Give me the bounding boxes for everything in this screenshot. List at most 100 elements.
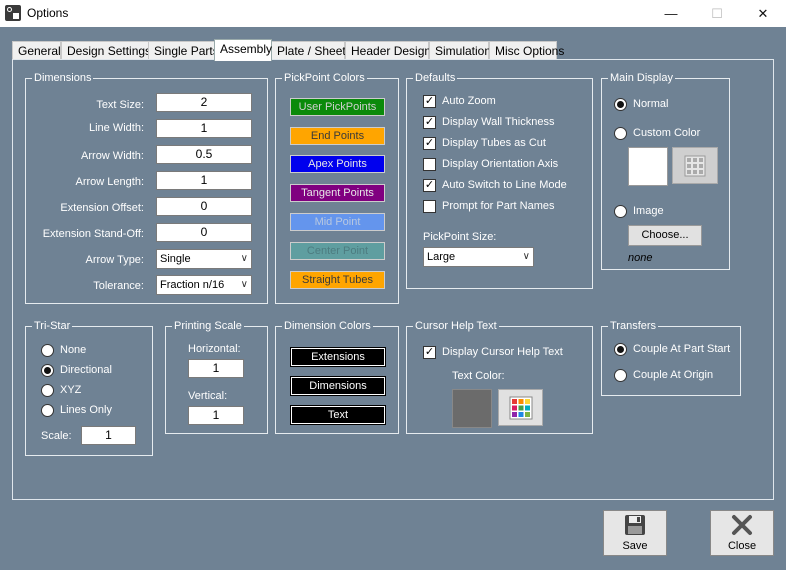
checkbox-box[interactable] bbox=[423, 157, 436, 171]
chevron-down-icon: ∨ bbox=[240, 279, 248, 290]
color-grid-icon bbox=[684, 155, 706, 176]
checkbox-box[interactable]: ✓ bbox=[423, 136, 436, 150]
straight-tubes-button[interactable]: Straight Tubes bbox=[290, 271, 385, 289]
arrow-type-label: Arrow Type: bbox=[85, 254, 145, 266]
tab-assembly[interactable]: Assembly bbox=[214, 39, 272, 61]
radio-dot[interactable] bbox=[41, 383, 54, 397]
tristar-none-radio[interactable]: None bbox=[41, 343, 86, 357]
radio-dot[interactable] bbox=[41, 403, 54, 417]
choose-image-button[interactable]: Choose... bbox=[628, 225, 702, 246]
line-width-input[interactable]: 1 bbox=[156, 119, 252, 138]
text-size-input[interactable]: 2 bbox=[156, 93, 252, 112]
tab-misc-options[interactable]: Misc Options bbox=[489, 41, 564, 60]
radio-dot[interactable] bbox=[41, 363, 54, 377]
tab-single-parts[interactable]: Single Parts bbox=[148, 41, 219, 60]
image-radio[interactable]: Image bbox=[614, 204, 664, 218]
close-button[interactable]: Close bbox=[710, 510, 774, 556]
image-label: Image bbox=[633, 205, 664, 217]
tristar-directional-radio[interactable]: Directional bbox=[41, 363, 112, 377]
tab-header-design[interactable]: Header Design bbox=[345, 41, 431, 60]
text-color-picker-button[interactable] bbox=[498, 389, 543, 426]
extensions-color-button[interactable]: Extensions bbox=[290, 347, 386, 367]
display-cursor-help-label: Display Cursor Help Text bbox=[442, 346, 563, 358]
radio-dot[interactable] bbox=[614, 368, 627, 382]
extension-offset-input[interactable]: 0 bbox=[156, 197, 252, 216]
arrow-width-input[interactable]: 0.5 bbox=[156, 145, 252, 164]
normal-radio[interactable]: Normal bbox=[614, 97, 668, 111]
color-picker-button[interactable] bbox=[672, 147, 718, 184]
vertical-input[interactable]: 1 bbox=[188, 406, 244, 425]
dimension-colors-title: Dimension Colors bbox=[282, 319, 373, 333]
couple-part-start-label: Couple At Part Start bbox=[633, 343, 731, 355]
tristar-xyz-radio[interactable]: XYZ bbox=[41, 383, 81, 397]
custom-color-radio[interactable]: Custom Color bbox=[614, 126, 700, 140]
checkbox-box[interactable] bbox=[423, 199, 436, 213]
radio-dot[interactable] bbox=[614, 126, 627, 140]
prompt-part-names-checkbox[interactable]: Prompt for Part Names bbox=[423, 199, 554, 213]
chevron-down-icon: ∨ bbox=[240, 253, 248, 264]
radio-dot[interactable] bbox=[614, 342, 627, 356]
arrow-width-label: Arrow Width: bbox=[81, 150, 144, 162]
display-wall-thickness-label: Display Wall Thickness bbox=[442, 116, 555, 128]
main-display-group: Main Display Normal Custom Color Image C… bbox=[601, 71, 730, 270]
couple-origin-radio[interactable]: Couple At Origin bbox=[614, 368, 713, 382]
text-color-button[interactable]: Text bbox=[290, 405, 386, 425]
scale-label: Scale: bbox=[41, 430, 72, 442]
pickpoint-colors-title: PickPoint Colors bbox=[282, 71, 367, 85]
chevron-down-icon: ∨ bbox=[522, 251, 530, 262]
close-label: Close bbox=[727, 540, 757, 552]
checkbox-box[interactable]: ✓ bbox=[423, 94, 436, 108]
arrow-length-input[interactable]: 1 bbox=[156, 171, 252, 190]
close-x-icon bbox=[732, 515, 752, 535]
floppy-disk-icon bbox=[625, 515, 645, 535]
save-button[interactable]: Save bbox=[603, 510, 667, 556]
tolerance-select[interactable]: Fraction n/16 ∨ bbox=[156, 275, 252, 295]
save-label: Save bbox=[622, 540, 648, 552]
checkbox-box[interactable]: ✓ bbox=[423, 115, 436, 129]
minimize-icon[interactable]: — bbox=[648, 0, 694, 27]
auto-switch-line-mode-checkbox[interactable]: ✓ Auto Switch to Line Mode bbox=[423, 178, 567, 192]
pickpoint-colors-group: PickPoint Colors User PickPoints End Poi… bbox=[275, 71, 399, 304]
radio-dot[interactable] bbox=[614, 204, 627, 218]
user-pickpoints-button[interactable]: User PickPoints bbox=[290, 98, 385, 116]
dimensions-color-button[interactable]: Dimensions bbox=[290, 376, 386, 396]
checkbox-box[interactable]: ✓ bbox=[423, 178, 436, 192]
radio-dot[interactable] bbox=[614, 97, 627, 111]
radio-dot[interactable] bbox=[41, 343, 54, 357]
custom-color-label: Custom Color bbox=[633, 127, 701, 139]
dimension-colors-group: Dimension Colors Extensions Dimensions T… bbox=[275, 319, 399, 434]
display-orientation-axis-checkbox[interactable]: Display Orientation Axis bbox=[423, 157, 558, 171]
apex-points-button[interactable]: Apex Points bbox=[290, 155, 385, 173]
image-value: none bbox=[628, 252, 653, 264]
tab-plate-sheet[interactable]: Plate / Sheet bbox=[271, 41, 346, 60]
tristar-directional-label: Directional bbox=[60, 364, 112, 376]
display-wall-thickness-checkbox[interactable]: ✓ Display Wall Thickness bbox=[423, 115, 554, 129]
arrow-length-label: Arrow Length: bbox=[75, 176, 144, 188]
end-points-button[interactable]: End Points bbox=[290, 127, 385, 145]
dimensions-group: Dimensions Text Size: 2 Line Width: 1 Ar… bbox=[25, 71, 268, 304]
scale-input[interactable]: 1 bbox=[81, 426, 136, 445]
extension-standoff-input[interactable]: 0 bbox=[156, 223, 252, 242]
couple-part-start-radio[interactable]: Couple At Part Start bbox=[614, 342, 730, 356]
app-icon bbox=[5, 5, 21, 21]
display-tubes-as-cut-checkbox[interactable]: ✓ Display Tubes as Cut bbox=[423, 136, 546, 150]
pickpoint-size-select[interactable]: Large ∨ bbox=[423, 247, 534, 267]
tab-general[interactable]: General bbox=[12, 41, 61, 60]
arrow-type-select[interactable]: Single ∨ bbox=[156, 249, 252, 269]
defaults-group: Defaults ✓ Auto Zoom ✓ Display Wall Thickn… bbox=[406, 71, 593, 289]
mid-point-button[interactable]: Mid Point bbox=[290, 213, 385, 231]
tab-simulation[interactable]: Simulation bbox=[429, 41, 491, 60]
extension-offset-label: Extension Offset: bbox=[60, 202, 144, 214]
tristar-group: Tri-Star None Directional XYZ Lines Only… bbox=[25, 319, 153, 456]
checkbox-box[interactable]: ✓ bbox=[423, 345, 436, 359]
center-point-button[interactable]: Center Point bbox=[290, 242, 385, 260]
arrow-type-value: Single bbox=[160, 253, 191, 265]
tristar-lines-only-radio[interactable]: Lines Only bbox=[41, 403, 112, 417]
horizontal-input[interactable]: 1 bbox=[188, 359, 244, 378]
tangent-points-button[interactable]: Tangent Points bbox=[290, 184, 385, 202]
auto-zoom-checkbox[interactable]: ✓ Auto Zoom bbox=[423, 94, 496, 108]
tolerance-label: Tolerance: bbox=[93, 280, 144, 292]
display-cursor-help-checkbox[interactable]: ✓ Display Cursor Help Text bbox=[423, 345, 563, 359]
tab-design-settings[interactable]: Design Settings bbox=[61, 41, 159, 60]
close-window-icon[interactable]: ✕ bbox=[740, 0, 786, 27]
